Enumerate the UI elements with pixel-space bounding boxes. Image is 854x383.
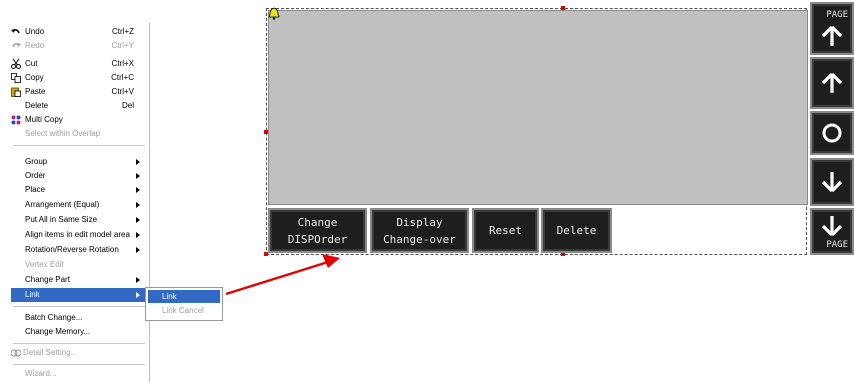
display-area[interactable] bbox=[268, 10, 808, 205]
context-menu: Undo Ctrl+Z Redo Ctrl+Y Cut Ctrl+X Copy Ctrl… bbox=[7, 23, 150, 382]
paste-icon bbox=[11, 87, 21, 97]
scroll-up-button[interactable] bbox=[810, 57, 854, 109]
multi-copy-icon bbox=[11, 115, 21, 125]
menu-item-wizard[interactable]: Wizard... bbox=[11, 367, 145, 381]
submenu-arrow-icon bbox=[136, 202, 140, 208]
menu-separator bbox=[13, 343, 145, 344]
change-disporder-button[interactable]: Change DISPOrder bbox=[268, 208, 367, 253]
submenu-arrow-icon bbox=[136, 187, 140, 193]
undo-icon bbox=[11, 29, 20, 34]
home-button[interactable] bbox=[810, 111, 854, 155]
submenu-item-link-cancel[interactable]: Link Cancel bbox=[148, 304, 220, 317]
menu-item-copy[interactable]: Copy Ctrl+C bbox=[11, 71, 145, 85]
reset-button[interactable]: Reset bbox=[472, 208, 539, 253]
menu-item-order[interactable]: Order bbox=[11, 169, 145, 183]
submenu-arrow-icon bbox=[136, 277, 140, 283]
submenu-item-link[interactable]: Link bbox=[148, 290, 220, 303]
selection-handle[interactable] bbox=[264, 130, 268, 134]
menu-item-vertex-edit[interactable]: Vertex Edit bbox=[11, 258, 145, 272]
menu-item-put-all-same-size[interactable]: Put All in Same Size bbox=[11, 213, 145, 227]
menu-item-batch-change[interactable]: Batch Change... bbox=[11, 311, 145, 325]
submenu-arrow-icon bbox=[136, 247, 140, 253]
arrow-down-icon bbox=[821, 172, 843, 193]
menu-item-delete[interactable]: Delete Del bbox=[11, 99, 145, 113]
arrow-down-icon bbox=[821, 215, 843, 236]
menu-item-align-items[interactable]: Align items in edit model area bbox=[11, 228, 145, 242]
page-down-button[interactable]: PAGE bbox=[810, 208, 854, 255]
submenu-arrow-icon bbox=[136, 159, 140, 165]
menu-item-group[interactable]: Group bbox=[11, 155, 145, 169]
scroll-down-button[interactable] bbox=[810, 158, 854, 206]
submenu-arrow-icon bbox=[136, 232, 140, 238]
selection-handle[interactable] bbox=[561, 6, 565, 10]
menu-item-multi-copy[interactable]: Multi Copy bbox=[11, 113, 145, 127]
menu-separator bbox=[13, 306, 145, 307]
page-up-button[interactable]: PAGE bbox=[810, 2, 854, 55]
scissors-icon bbox=[11, 59, 21, 69]
menu-item-undo[interactable]: Undo Ctrl+Z bbox=[11, 25, 145, 39]
menu-item-detail-setting[interactable]: Detail Setting... bbox=[11, 346, 145, 360]
menu-item-place[interactable]: Place bbox=[11, 183, 145, 197]
menu-item-paste[interactable]: Paste Ctrl+V bbox=[11, 85, 145, 99]
delete-button[interactable]: Delete bbox=[541, 208, 612, 253]
menu-item-change-memory[interactable]: Change Memory... bbox=[11, 325, 145, 339]
bell-icon bbox=[268, 7, 280, 20]
arrow-up-icon bbox=[821, 72, 843, 93]
menu-item-cut[interactable]: Cut Ctrl+X bbox=[11, 57, 145, 71]
menu-separator bbox=[13, 364, 145, 365]
menu-separator bbox=[13, 145, 145, 146]
redo-icon bbox=[12, 43, 21, 48]
menu-item-select-within-overlap[interactable]: Select within Overlap bbox=[11, 127, 145, 141]
menu-item-change-part[interactable]: Change Part bbox=[11, 273, 145, 287]
menu-item-arrangement-equal[interactable]: Arrangement (Equal) bbox=[11, 198, 145, 212]
submenu-arrow-icon bbox=[136, 217, 140, 223]
submenu-arrow-icon bbox=[136, 292, 140, 298]
menu-item-redo[interactable]: Redo Ctrl+Y bbox=[11, 39, 145, 53]
copy-icon bbox=[11, 73, 21, 83]
detail-setting-icon bbox=[11, 349, 21, 357]
circle-icon bbox=[822, 123, 842, 143]
menu-item-rotation[interactable]: Rotation/Reverse Rotation bbox=[11, 243, 145, 257]
submenu-arrow-icon bbox=[136, 173, 140, 179]
menu-item-link[interactable]: Link bbox=[11, 288, 145, 302]
arrow-up-icon bbox=[821, 25, 843, 46]
display-change-over-button[interactable]: Display Change-over bbox=[370, 208, 469, 253]
link-submenu: Link Link Cancel bbox=[145, 287, 223, 321]
